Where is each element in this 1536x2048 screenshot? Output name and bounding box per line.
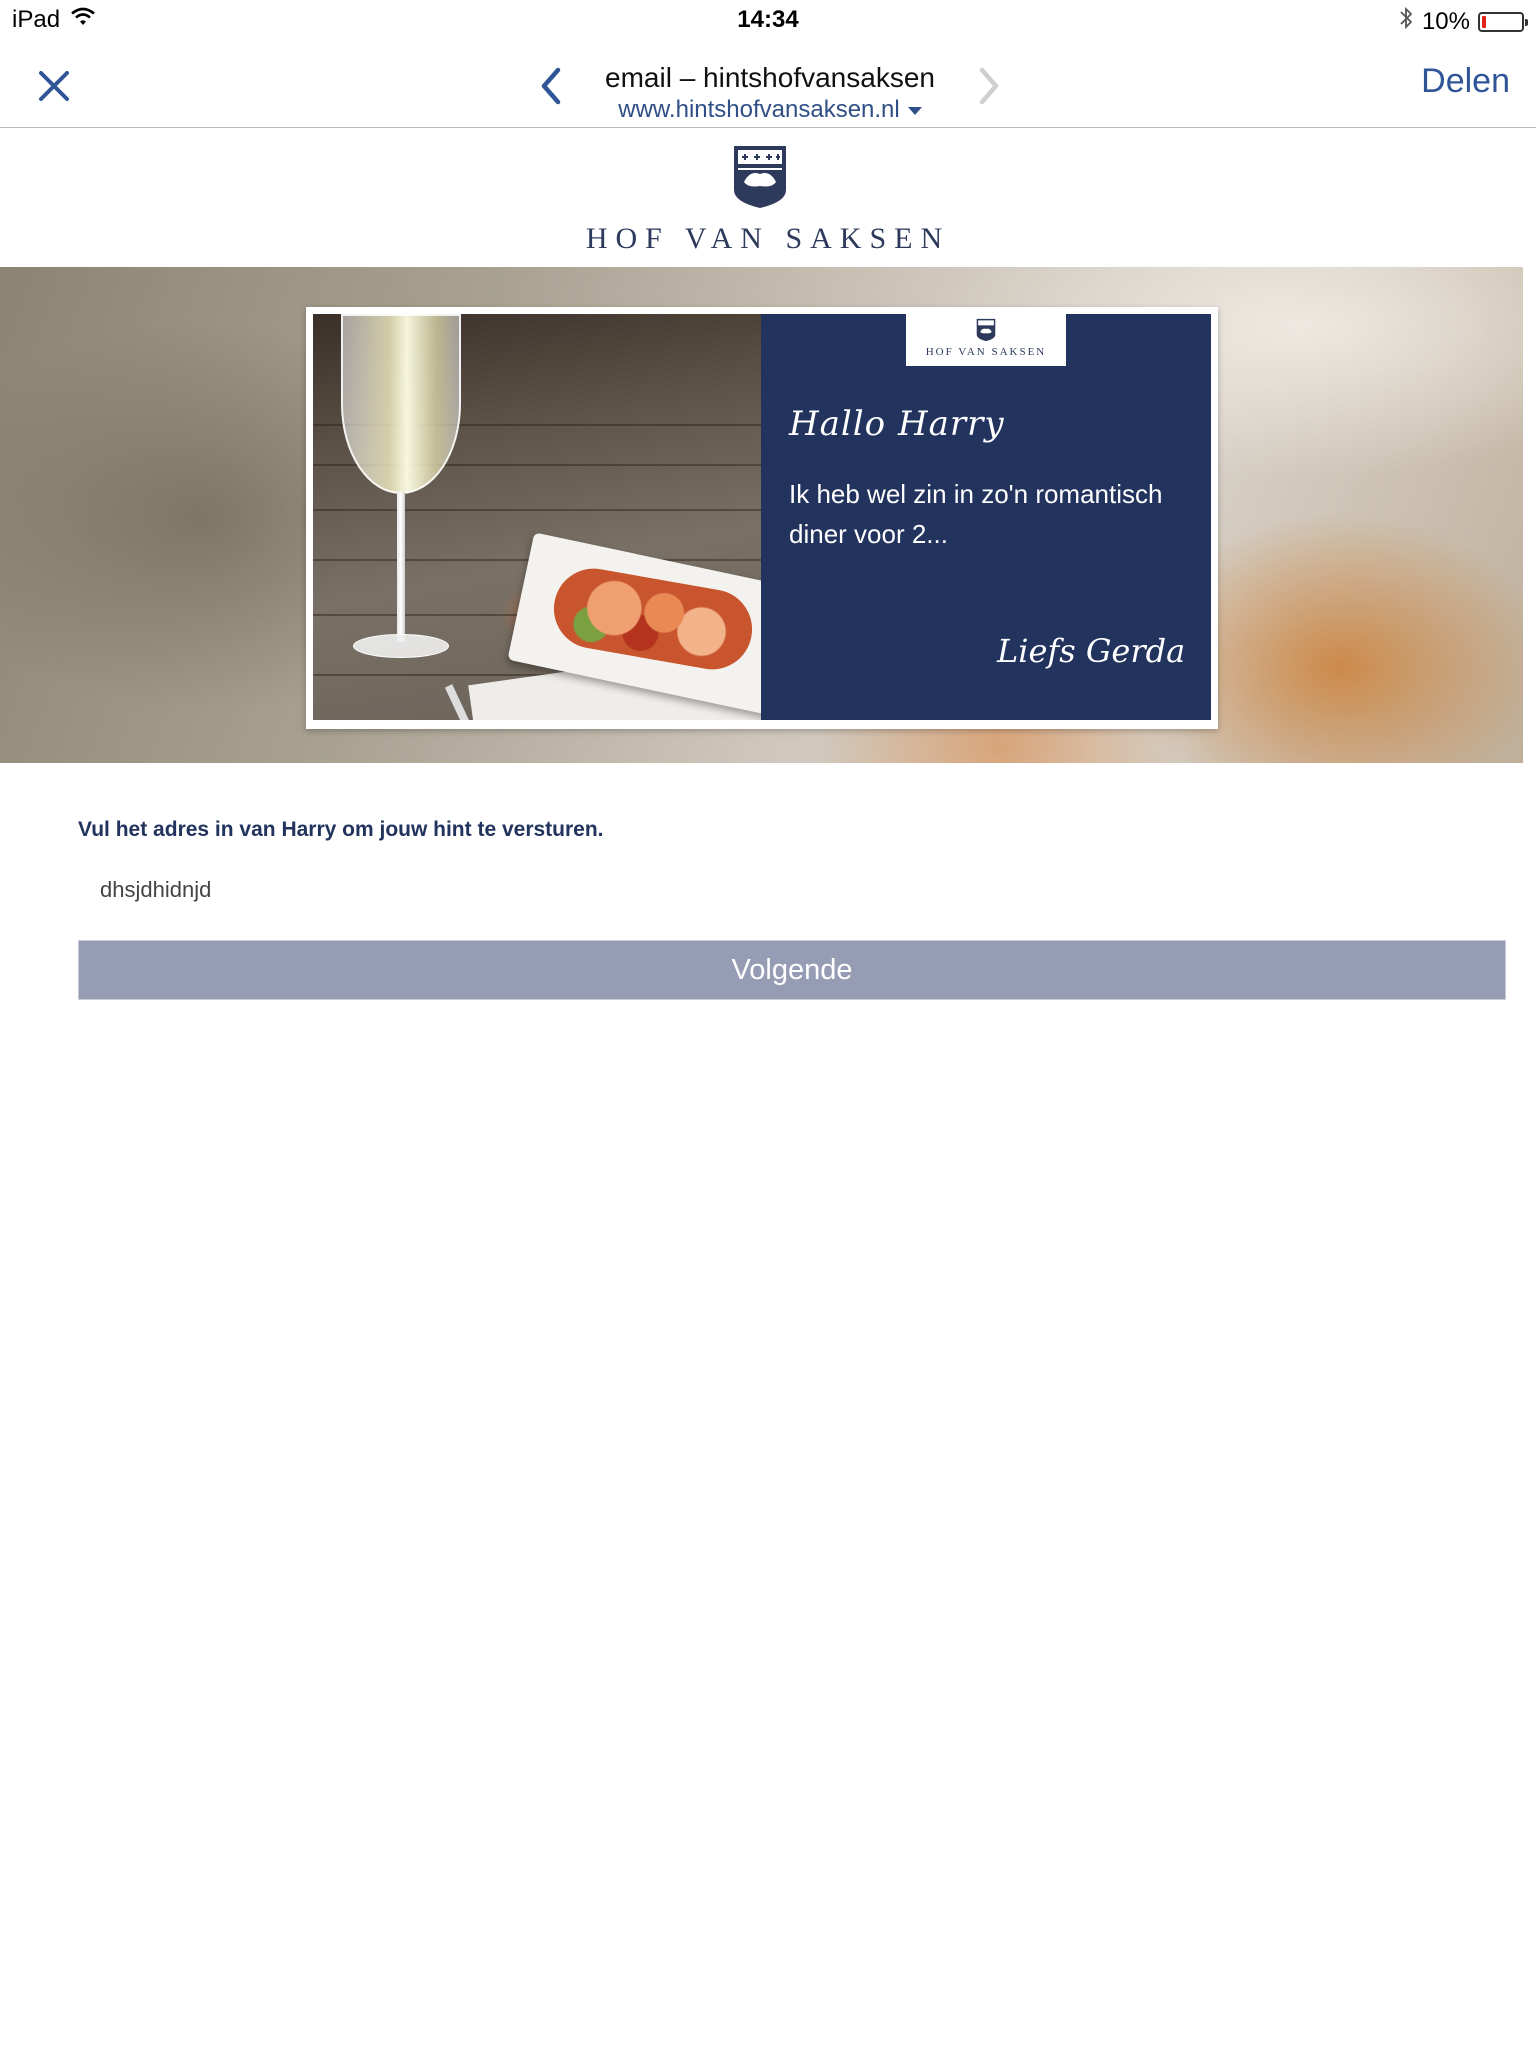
close-icon xyxy=(39,71,69,101)
dinner-photo xyxy=(313,314,761,720)
hero-banner: HOF VAN SAKSEN Hallo Harry Ik heb wel zi… xyxy=(0,267,1523,763)
browser-nav-bar: email – hintshofvansaksen www.hintshofva… xyxy=(0,40,1536,128)
next-button[interactable]: Volgende xyxy=(78,940,1506,1000)
close-button[interactable] xyxy=(30,62,78,110)
card-brand-name: HOF VAN SAKSEN xyxy=(925,346,1047,358)
status-bar: iPad 14:34 10% xyxy=(0,0,1536,40)
url-text: www.hintshofvansaksen.nl xyxy=(618,96,900,123)
card-logo: HOF VAN SAKSEN xyxy=(906,314,1066,366)
chevron-right-icon xyxy=(979,67,999,105)
status-left: iPad xyxy=(12,6,96,34)
battery-icon xyxy=(1478,11,1528,32)
table-plank xyxy=(313,509,761,511)
champagne-glass-shape xyxy=(341,314,461,494)
wifi-icon xyxy=(70,6,96,34)
page-title: email – hintshofvansaksen xyxy=(605,62,935,93)
caret-down-icon xyxy=(907,106,922,115)
status-right: 10% xyxy=(1398,6,1528,37)
brand-name: HOF VAN SAKSEN xyxy=(585,222,951,255)
battery-level xyxy=(1482,15,1486,28)
card-message: Ik heb wel zin in zo'n romantisch diner … xyxy=(789,479,1163,549)
message-panel: HOF VAN SAKSEN Hallo Harry Ik heb wel zi… xyxy=(761,314,1211,720)
card-greeting: Hallo Harry xyxy=(789,404,1005,444)
hint-card: HOF VAN SAKSEN Hallo Harry Ik heb wel zi… xyxy=(306,307,1218,729)
share-button[interactable]: Delen xyxy=(1421,62,1510,101)
device-name: iPad xyxy=(12,6,61,33)
site-header: HOF VAN SAKSEN xyxy=(0,130,1536,266)
chevron-left-icon xyxy=(541,67,561,105)
url-dropdown[interactable]: www.hintshofvansaksen.nl xyxy=(568,96,972,124)
address-label: Vul het adres in van Harry om jouw hint … xyxy=(78,818,604,841)
status-time: 14:34 xyxy=(737,6,799,33)
battery-percent: 10% xyxy=(1421,7,1470,35)
bluetooth-icon xyxy=(1398,6,1414,37)
glass-foot-shape xyxy=(353,634,449,658)
crest-logo-icon xyxy=(976,318,996,342)
card-signature: Liefs Gerda xyxy=(997,632,1186,670)
fork-shape xyxy=(444,684,470,720)
nav-center: email – hintshofvansaksen www.hintshofva… xyxy=(520,50,1020,123)
crest-logo-icon xyxy=(734,146,786,208)
forward-button[interactable] xyxy=(960,62,1020,110)
address-input[interactable] xyxy=(78,866,1504,914)
glass-stem-shape xyxy=(397,492,405,642)
